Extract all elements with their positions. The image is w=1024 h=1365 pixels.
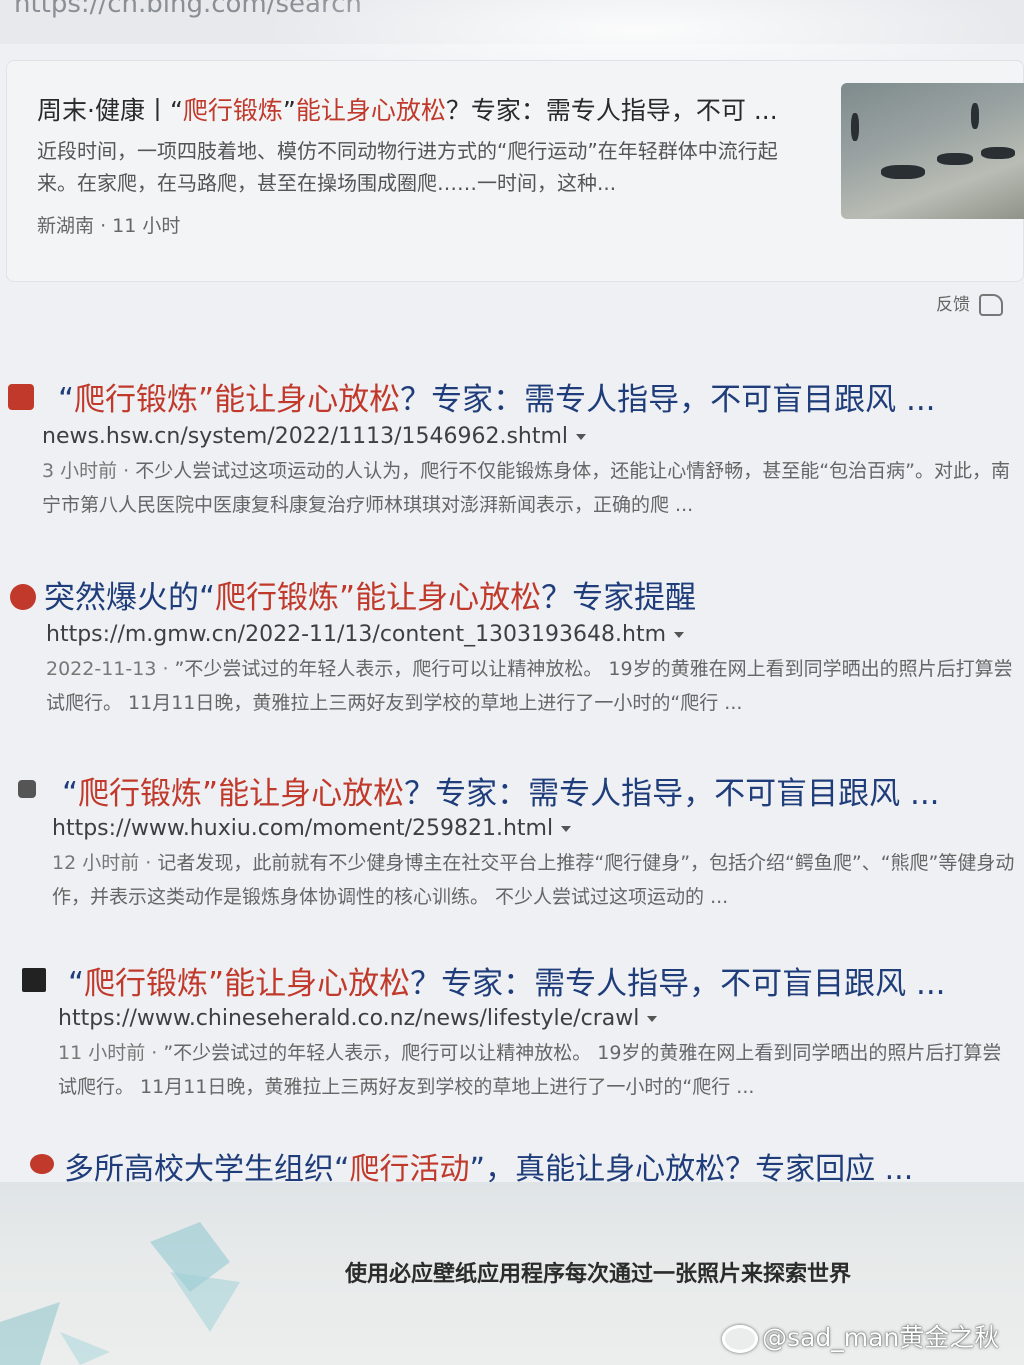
title-highlight: 爬行锻炼”能让身心放松 xyxy=(78,776,405,812)
url-text: news.hsw.cn/system/2022/1113/1546962.sht… xyxy=(42,424,569,449)
site-favicon-icon xyxy=(10,584,36,610)
result-snippet: 11 小时前 · ”不少尝试过的年轻人表示，爬行可以让精神放松。 19岁的黄雅在… xyxy=(58,1036,1018,1104)
news-card-meta: 新湖南 · 11 小时 xyxy=(37,211,180,238)
title-part: “ xyxy=(62,776,79,812)
feedback[interactable]: 反馈 xyxy=(936,290,1004,316)
chevron-down-icon[interactable] xyxy=(647,1016,658,1022)
title-part: ？专家提醒 xyxy=(541,580,697,616)
title-highlight: 爬行锻炼”能让身心放松 xyxy=(84,966,411,1002)
result-snippet: 2022-11-13 · ”不少尝试过的年轻人表示，爬行可以让精神放松。 19岁… xyxy=(46,652,1024,720)
weibo-watermark: @sad_man黄金之秋 xyxy=(722,1318,999,1354)
meta-separator: · xyxy=(100,215,113,237)
snippet-text: 记者发现，此前就有不少健身博主在社交平台上推荐“爬行健身”，包括介绍“鳄鱼爬”、… xyxy=(52,852,1015,908)
watermark-text: @sad_man黄金之秋 xyxy=(762,1323,1000,1352)
snippet-text: ”不少尝试过的年轻人表示，爬行可以让精神放松。 19岁的黄雅在网上看到同学晒出的… xyxy=(46,658,1013,714)
result-snippet: 12 小时前 · 记者发现，此前就有不少健身博主在社交平台上推荐“爬行健身”，包… xyxy=(52,846,1024,914)
title-part: ？专家：需专人指导，不可盲目跟风 ... xyxy=(410,966,946,1002)
title-part: ？专家：需专人指导，不可盲目跟风 ... xyxy=(404,776,940,812)
address-bar[interactable]: https://cn.bing.com/search xyxy=(0,0,1024,44)
thumb-figure xyxy=(881,165,925,179)
news-title-highlight-2: 能让身心放松 xyxy=(295,96,446,125)
result-date: 12 小时前 · xyxy=(52,852,152,874)
url-text: https://m.gmw.cn/2022-11/13/content_1303… xyxy=(46,622,667,647)
title-part: ？专家：需专人指导，不可盲目跟风 ... xyxy=(400,382,936,418)
result-date: 3 小时前 · xyxy=(42,460,130,482)
snippet-text: ”不少尝试过的年轻人表示，爬行可以让精神放松。 19岁的黄雅在网上看到同学晒出的… xyxy=(58,1042,1002,1098)
result-title[interactable]: “爬行锻炼”能让身心放松？专家：需专人指导，不可盲目跟风 ... xyxy=(62,768,1002,813)
news-card-title[interactable]: 周末·健康丨“爬行锻炼”能让身心放松？专家：需专人指导，不可 ... xyxy=(37,91,827,127)
address-bar-url: https://cn.bing.com/search xyxy=(14,0,362,19)
url-text: https://www.huxiu.com/moment/259821.html xyxy=(52,816,554,841)
thumbs-up-icon[interactable] xyxy=(979,294,1004,316)
news-time: 11 小时 xyxy=(112,215,181,237)
result-snippet: 3 小时前 · 不少人尝试过这项运动的人认为，爬行不仅能锻炼身体，还能让心情舒畅… xyxy=(42,454,1022,522)
news-title-highlight: 爬行锻炼 xyxy=(182,96,283,125)
result-title[interactable]: “爬行锻炼”能让身心放松？专家：需专人指导，不可盲目跟风 ... xyxy=(58,374,998,419)
title-part: 突然爆火的“ xyxy=(44,580,216,616)
news-title-prefix: 周末·健康丨“ xyxy=(37,96,183,125)
chevron-down-icon[interactable] xyxy=(576,434,587,440)
site-favicon-icon xyxy=(22,968,46,992)
weibo-logo-icon xyxy=(722,1325,758,1353)
result-date: 2022-11-13 · xyxy=(46,658,169,680)
news-card-snippet: 近段时间，一项四肢着地、模仿不同动物行进方式的“爬行运动”在年轻群体中流行起来。… xyxy=(37,139,778,195)
snippet-text: 不少人尝试过这项运动的人认为，爬行不仅能锻炼身体，还能让心情舒畅，甚至能“包治百… xyxy=(42,460,1010,516)
thumb-figure xyxy=(851,113,859,141)
site-favicon-icon xyxy=(8,384,34,410)
result-url[interactable]: https://www.chineseherald.co.nz/news/lif… xyxy=(58,1006,658,1031)
url-text: https://www.chineseherald.co.nz/news/lif… xyxy=(58,1006,640,1031)
title-highlight: 爬行锻炼”能让身心放松 xyxy=(215,580,542,616)
wallpaper-caption: 使用必应壁纸应用程序每次通过一张照片来探索世界 xyxy=(345,1262,852,1287)
site-favicon-icon xyxy=(18,780,36,798)
thumb-figure xyxy=(971,103,979,129)
title-part: “ xyxy=(68,966,85,1002)
news-card[interactable]: 周末·健康丨“爬行锻炼”能让身心放松？专家：需专人指导，不可 ... 近段时间，… xyxy=(6,60,1024,282)
news-source: 新湖南 xyxy=(37,215,95,237)
chevron-down-icon[interactable] xyxy=(674,632,685,638)
result-url[interactable]: https://m.gmw.cn/2022-11/13/content_1303… xyxy=(46,622,685,647)
title-part: “ xyxy=(58,382,75,418)
result-url[interactable]: https://www.huxiu.com/moment/259821.html xyxy=(52,816,572,841)
result-date: 11 小时前 · xyxy=(58,1042,158,1064)
result-title[interactable]: “爬行锻炼”能让身心放松？专家：需专人指导，不可盲目跟风 ... xyxy=(68,958,998,1003)
site-favicon-icon xyxy=(30,1154,54,1174)
news-title-quote: ” xyxy=(282,96,296,125)
news-thumbnail[interactable] xyxy=(841,83,1024,219)
news-title-suffix: ？专家：需专人指导，不可 ... xyxy=(445,96,778,125)
thumb-figure xyxy=(981,147,1015,159)
result-url[interactable]: news.hsw.cn/system/2022/1113/1546962.sht… xyxy=(42,424,587,449)
thumb-figure xyxy=(937,153,973,165)
feedback-label: 反馈 xyxy=(936,295,970,315)
title-highlight: 爬行锻炼”能让身心放松 xyxy=(74,382,401,418)
wallpaper-decoration xyxy=(0,1222,240,1365)
result-title[interactable]: 突然爆火的“爬行锻炼”能让身心放松？专家提醒 xyxy=(44,572,1004,617)
chevron-down-icon[interactable] xyxy=(561,826,572,832)
